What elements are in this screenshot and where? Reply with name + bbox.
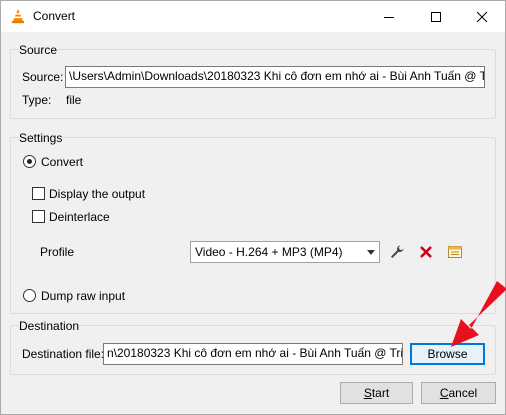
vlc-cone-icon — [12, 9, 24, 24]
pointer-arrow-icon — [451, 281, 506, 347]
profile-select[interactable]: Video - H.264 + MP3 (MP4) — [190, 241, 380, 263]
dump-raw-label[interactable]: Dump raw input — [41, 289, 125, 303]
convert-radio[interactable] — [23, 155, 36, 168]
profile-select-value: Video - H.264 + MP3 (MP4) — [195, 245, 343, 259]
deinterlace-checkbox[interactable] — [32, 210, 45, 223]
close-icon — [476, 11, 488, 22]
window-title: Convert — [33, 9, 76, 23]
new-profile-icon — [448, 246, 462, 258]
display-output-checkbox[interactable] — [32, 187, 45, 200]
edit-profile-button[interactable] — [386, 241, 408, 263]
destination-file-field[interactable]: n\20180323 Khi cô đơn em nhớ ai - Bùi An… — [103, 343, 403, 365]
delete-profile-button[interactable] — [415, 241, 437, 263]
destination-group-title: Destination — [19, 319, 80, 333]
type-label: Type: — [22, 93, 52, 107]
type-value: file — [66, 93, 82, 107]
cancel-button[interactable]: Cancel — [421, 382, 496, 404]
profile-label: Profile — [40, 245, 75, 259]
convert-dialog: Convert Source Source: \Users\Admin\Down… — [0, 0, 506, 415]
maximize-icon — [431, 11, 441, 22]
wrench-icon — [391, 245, 404, 258]
deinterlace-label[interactable]: Deinterlace — [49, 210, 110, 224]
chevron-down-icon — [367, 250, 375, 255]
minimize-icon — [384, 16, 394, 18]
source-field[interactable]: \Users\Admin\Downloads\20180323 Khi cô đ… — [65, 66, 485, 88]
convert-radio-dot — [27, 159, 32, 164]
minimize-button[interactable] — [366, 1, 412, 32]
title-bar: Convert — [1, 1, 505, 32]
close-button[interactable] — [459, 1, 505, 32]
destination-file-label: Destination file: — [22, 347, 105, 361]
cancel-button-label: Cancel — [439, 386, 478, 400]
dump-raw-radio[interactable] — [23, 289, 36, 302]
new-profile-button[interactable] — [444, 241, 466, 263]
source-group-title: Source — [19, 43, 58, 57]
maximize-button[interactable] — [413, 1, 459, 32]
delete-x-icon — [420, 246, 432, 258]
settings-group-title: Settings — [19, 131, 63, 145]
display-output-label[interactable]: Display the output — [49, 187, 145, 201]
start-button-label: Start — [363, 386, 390, 400]
start-button[interactable]: Start — [340, 382, 413, 404]
convert-radio-label[interactable]: Convert — [41, 155, 83, 169]
source-label: Source: — [22, 70, 64, 84]
